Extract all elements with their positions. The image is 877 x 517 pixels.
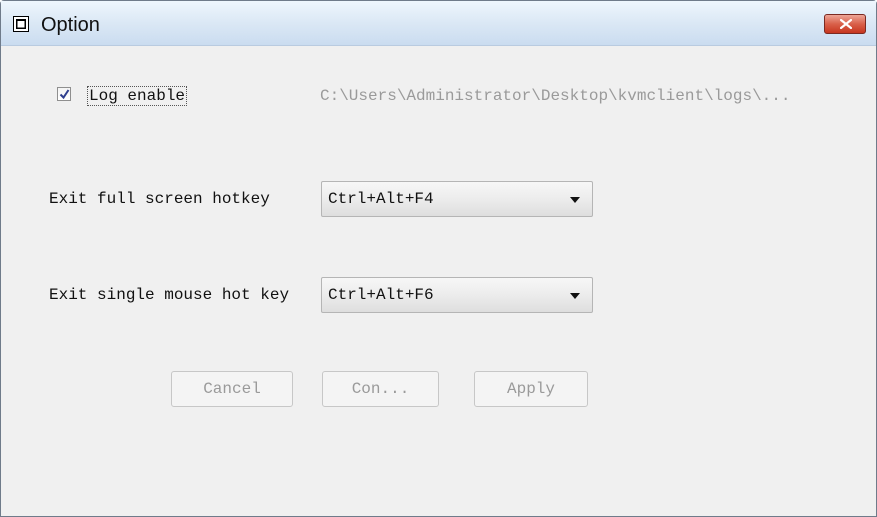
close-icon xyxy=(840,19,852,29)
confirm-button[interactable]: Con... xyxy=(322,371,439,407)
log-path: C:\Users\Administrator\Desktop\kvmclient… xyxy=(320,87,791,105)
single-mouse-hotkey-select[interactable]: Ctrl+Alt+F6 xyxy=(321,277,593,313)
full-screen-hotkey-select[interactable]: Ctrl+Alt+F4 xyxy=(321,181,593,217)
single-mouse-hotkey-label: Exit single mouse hot key xyxy=(49,286,290,304)
apply-button[interactable]: Apply xyxy=(474,371,588,407)
full-screen-hotkey-value: Ctrl+Alt+F4 xyxy=(328,190,434,208)
full-screen-hotkey-label: Exit full screen hotkey xyxy=(49,190,270,208)
cancel-button[interactable]: Cancel xyxy=(171,371,293,407)
chevron-down-icon xyxy=(570,197,580,203)
log-enable-label[interactable]: Log enable xyxy=(87,86,188,106)
window-icon xyxy=(13,16,29,32)
dialog-body: Log enable C:\Users\Administrator\Deskto… xyxy=(1,46,876,516)
chevron-down-icon xyxy=(570,293,580,299)
window-title: Option xyxy=(41,14,100,36)
log-enable-checkbox[interactable] xyxy=(57,87,71,101)
option-dialog: Option Log enable C:\Users\Administrator… xyxy=(0,0,877,517)
single-mouse-hotkey-value: Ctrl+Alt+F6 xyxy=(328,286,434,304)
check-icon xyxy=(59,89,70,100)
title-bar[interactable]: Option xyxy=(1,1,876,46)
close-button[interactable] xyxy=(824,14,866,34)
